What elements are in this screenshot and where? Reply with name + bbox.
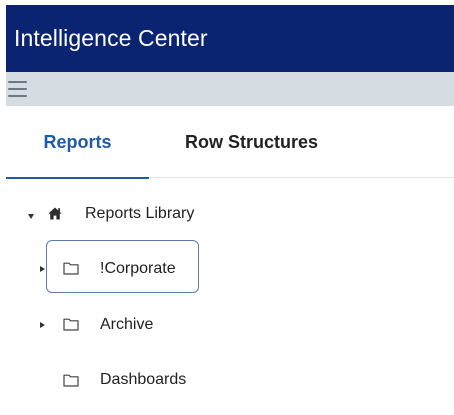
tab-row-structures[interactable]: Row Structures: [185, 106, 318, 178]
toolbar: [6, 72, 454, 106]
expand-caret-down-icon[interactable]: [28, 214, 34, 219]
tab-reports[interactable]: Reports: [6, 106, 149, 179]
expand-caret-right-icon[interactable]: [40, 266, 45, 272]
tree-item-dashboards[interactable]: Dashboards: [100, 371, 186, 389]
folder-icon: [63, 262, 79, 275]
tab-bar: Reports Row Structures: [6, 106, 454, 179]
hamburger-menu-icon[interactable]: [8, 81, 27, 97]
intelligence-center-app: Intelligence Center Reports Row Structur…: [6, 5, 454, 415]
folder-icon: [63, 318, 79, 331]
tab-row-structures-label: Row Structures: [185, 131, 319, 152]
app-title: Intelligence Center: [14, 25, 208, 51]
tree-root-reports-library[interactable]: Reports Library: [85, 205, 194, 223]
tree-item-archive[interactable]: Archive: [100, 316, 153, 334]
tree-item-corporate[interactable]: !Corporate: [100, 260, 176, 278]
active-tab-indicator: [6, 177, 149, 179]
folder-icon: [63, 374, 79, 387]
home-icon: [48, 207, 62, 220]
app-header: Intelligence Center: [6, 5, 454, 72]
expand-caret-right-icon[interactable]: [40, 322, 45, 328]
tab-reports-label: Reports: [43, 131, 112, 152]
